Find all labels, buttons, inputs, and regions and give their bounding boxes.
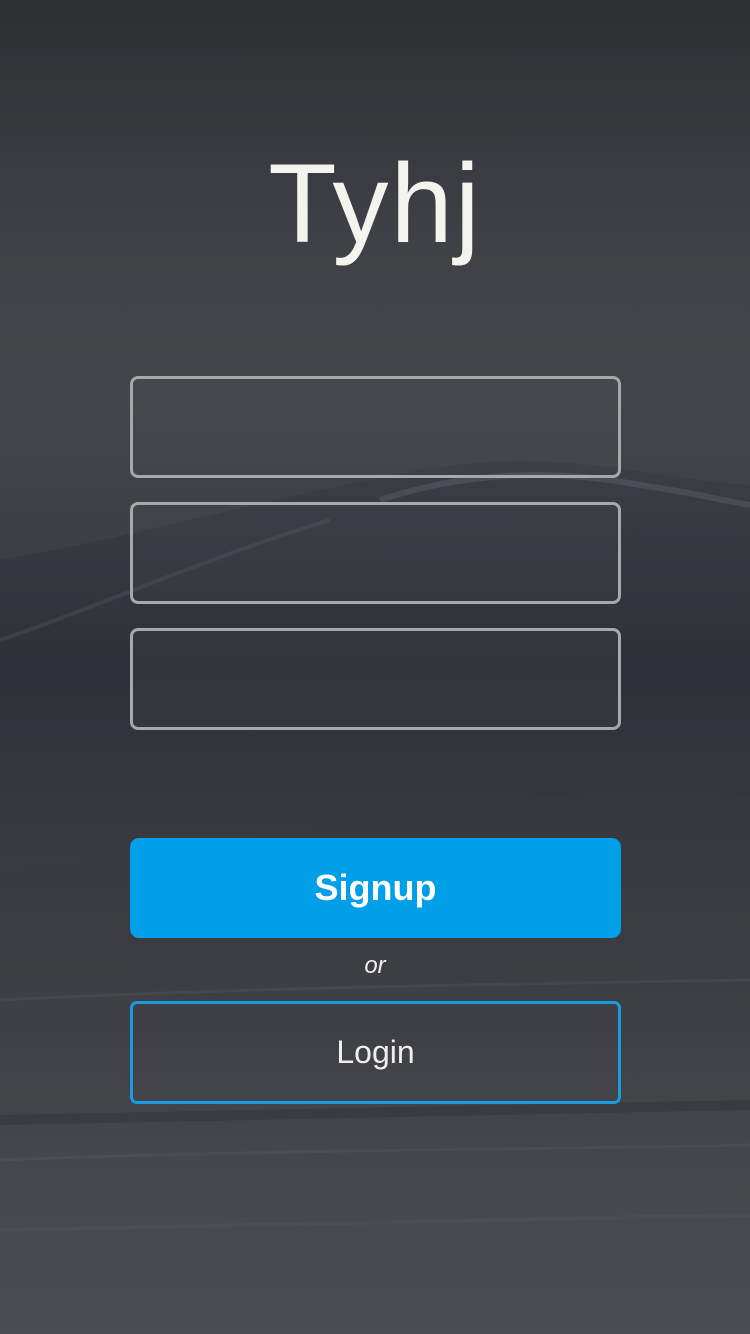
or-separator: or — [364, 952, 386, 979]
signup-screen: Tyhj Signup or Login — [0, 0, 750, 1334]
signup-field-2[interactable] — [130, 502, 621, 604]
login-button[interactable]: Login — [130, 1001, 621, 1104]
signup-field-1[interactable] — [130, 376, 621, 478]
signup-button[interactable]: Signup — [130, 838, 621, 938]
signup-field-3[interactable] — [130, 628, 621, 730]
app-title: Tyhj — [268, 141, 482, 266]
